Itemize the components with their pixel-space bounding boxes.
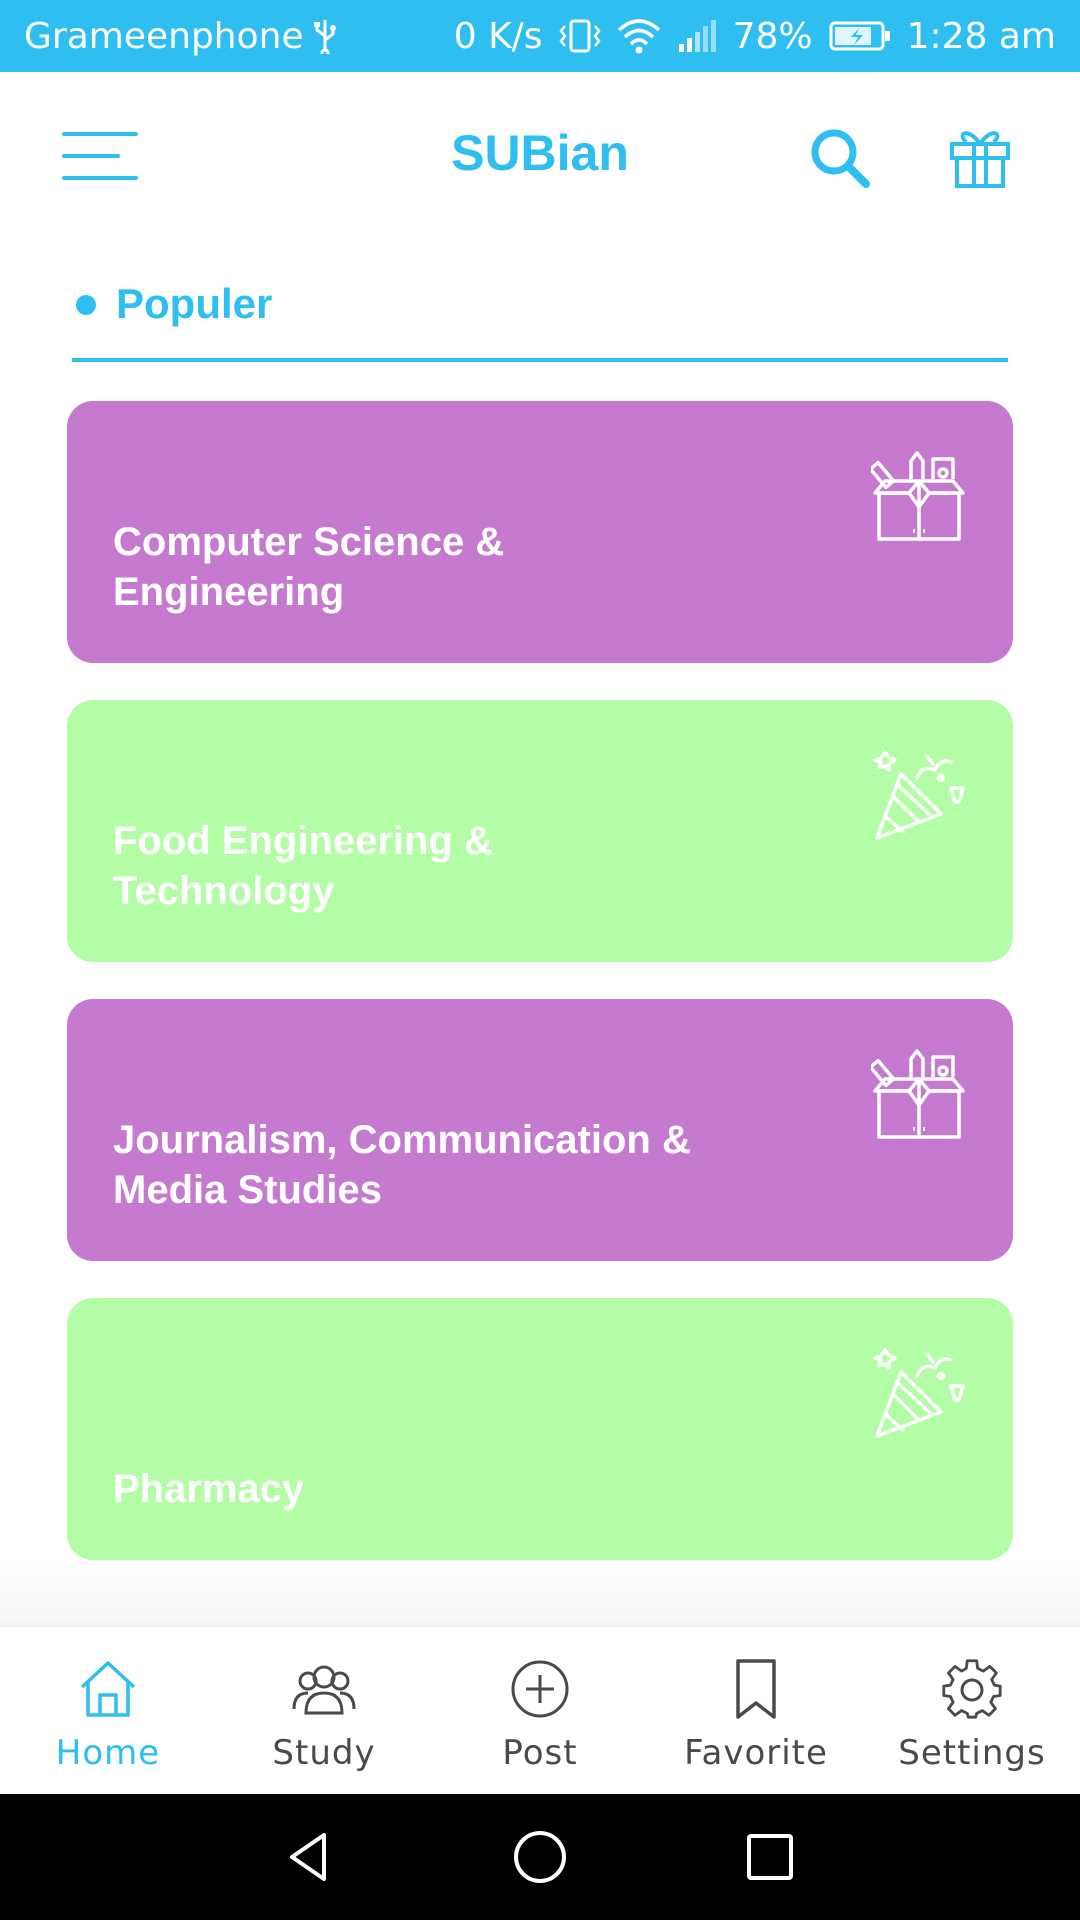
- wifi-icon: [617, 19, 660, 54]
- nav-favorite[interactable]: Favorite: [648, 1627, 864, 1794]
- system-nav-bar: [0, 1794, 1080, 1920]
- card-label: Journalism, Communication & Media Studie…: [113, 1118, 691, 1212]
- nav-label: Post: [502, 1733, 578, 1773]
- card-food-engineering[interactable]: Food Engineering & Technology: [67, 700, 1013, 962]
- nav-label: Favorite: [684, 1733, 828, 1773]
- battery-charging-icon: [829, 21, 890, 51]
- content-fade: [0, 1560, 1080, 1627]
- net-speed: 0 K/s: [453, 15, 543, 57]
- toolbox-icon: [871, 1049, 965, 1139]
- home-icon: [80, 1661, 136, 1717]
- signal-icon: [678, 20, 716, 52]
- card-label: Computer Science & Engineering: [113, 520, 505, 614]
- bottom-nav: Home Study Post Favorite Settings: [0, 1627, 1080, 1794]
- group-icon: [292, 1665, 356, 1715]
- recents-icon[interactable]: [740, 1827, 800, 1887]
- app-bar: SUBian: [0, 72, 1080, 242]
- nav-label: Settings: [898, 1733, 1046, 1773]
- nav-label: Home: [55, 1733, 161, 1773]
- card-computer-science[interactable]: Computer Science & Engineering: [67, 401, 1013, 663]
- app-title: SUBian: [451, 125, 629, 181]
- carrier-name: Grameenphone: [24, 15, 304, 57]
- toolbox-icon: [871, 451, 965, 541]
- nav-post[interactable]: Post: [432, 1627, 648, 1794]
- section-header: Populer: [72, 270, 1008, 362]
- search-icon[interactable]: [808, 126, 872, 190]
- usb-icon: [313, 20, 336, 54]
- add-circle-icon: [511, 1660, 569, 1718]
- party-popper-icon: [873, 750, 965, 840]
- nav-label: Study: [272, 1733, 376, 1773]
- battery-percent: 78%: [732, 15, 813, 57]
- card-label: Pharmacy: [113, 1467, 305, 1511]
- card-journalism[interactable]: Journalism, Communication & Media Studie…: [67, 999, 1013, 1261]
- nav-home[interactable]: Home: [0, 1627, 216, 1794]
- party-popper-icon: [873, 1348, 965, 1438]
- vibrate-icon: [558, 19, 601, 53]
- card-label: Food Engineering & Technology: [113, 819, 493, 913]
- clock: 1:28 am: [906, 15, 1056, 57]
- bookmark-icon: [736, 1659, 776, 1719]
- gift-icon[interactable]: [948, 124, 1012, 188]
- status-bar: Grameenphone 0 K/s 78% 1:28 am: [0, 0, 1080, 72]
- back-icon[interactable]: [280, 1827, 340, 1887]
- section-title: Populer: [116, 280, 273, 327]
- section-bullet-icon: [76, 295, 96, 315]
- gear-icon: [942, 1659, 1002, 1719]
- nav-settings[interactable]: Settings: [864, 1627, 1080, 1794]
- nav-study[interactable]: Study: [216, 1627, 432, 1794]
- card-pharmacy[interactable]: Pharmacy: [67, 1298, 1013, 1560]
- home-circle-icon[interactable]: [510, 1827, 570, 1887]
